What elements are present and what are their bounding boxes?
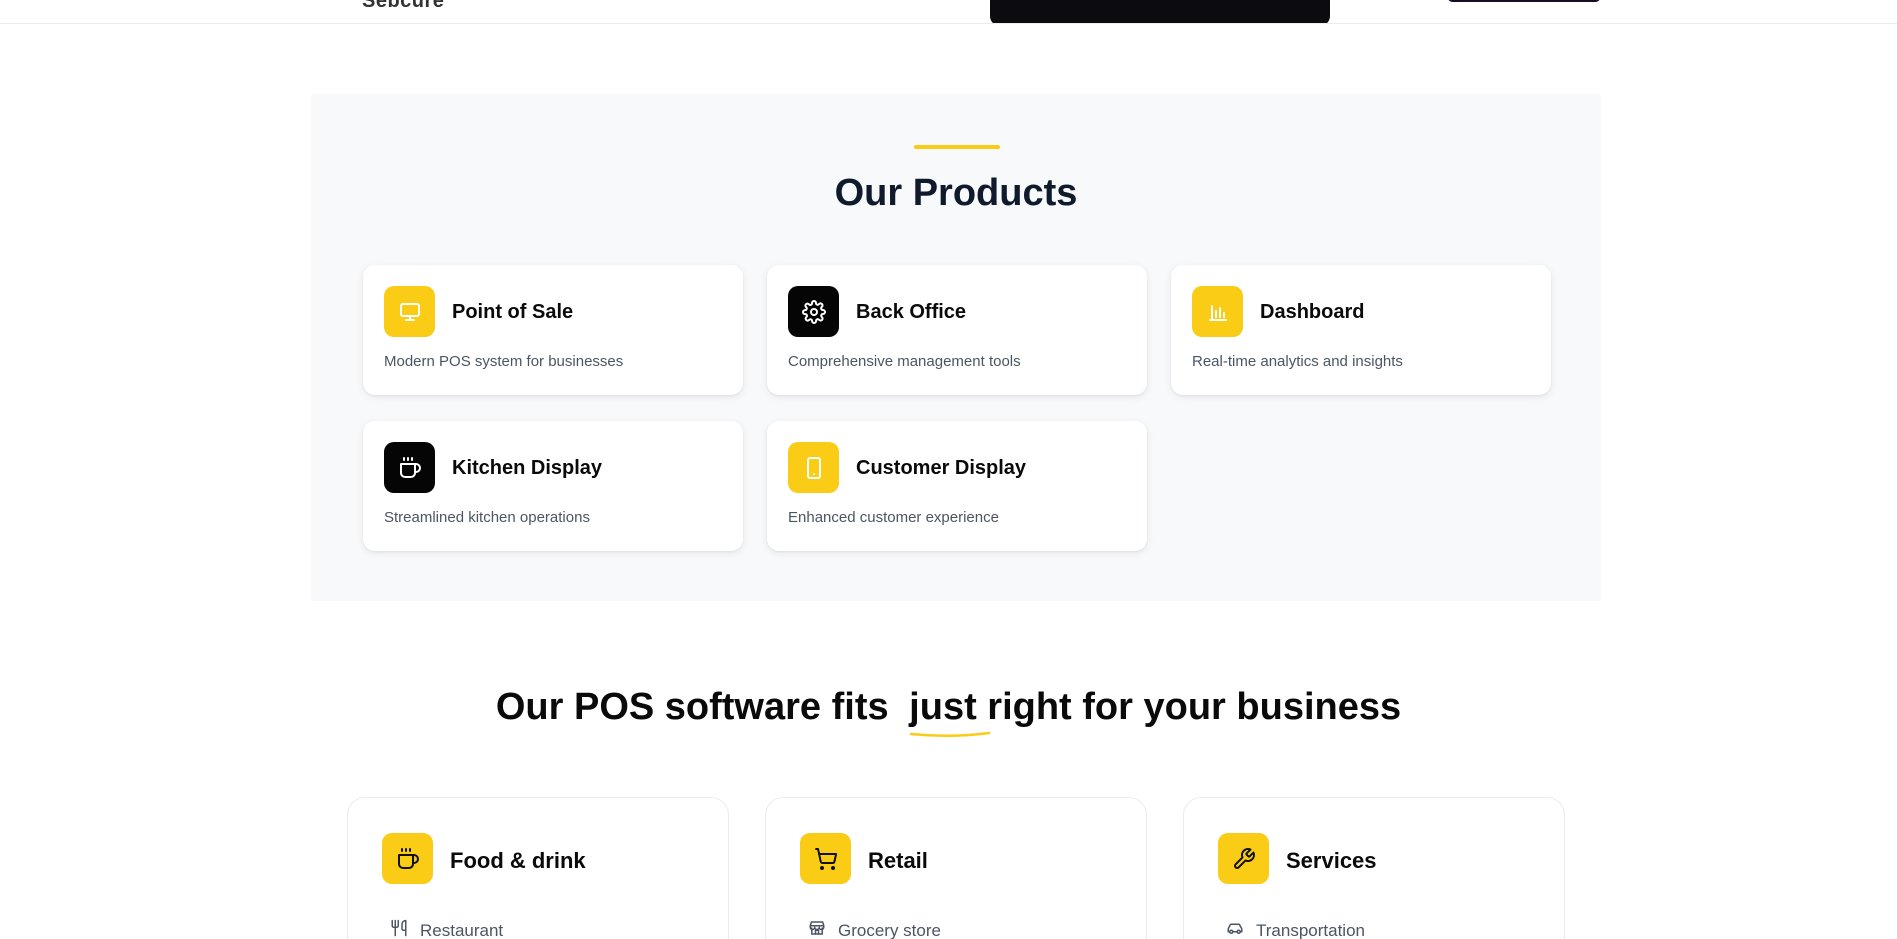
- logo[interactable]: Sebcure: [362, 0, 444, 13]
- fit-title-end: for your business: [1082, 686, 1402, 728]
- gear-icon: [788, 286, 839, 337]
- fit-title-start: Our POS software fits: [495, 686, 889, 728]
- bar-chart-icon: [1192, 286, 1243, 337]
- product-description: Modern POS system for businesses: [384, 353, 624, 370]
- fit-title-highlight-text: just right: [909, 686, 1072, 728]
- coffee-cup-icon: [384, 442, 435, 493]
- highlight-underline: [909, 731, 991, 738]
- product-description: Streamlined kitchen operations: [384, 509, 590, 526]
- product-title: Point of Sale: [452, 301, 574, 323]
- fit-section-title: Our POS software fits just right for you…: [0, 686, 1897, 738]
- monitor-icon: [384, 286, 435, 337]
- product-card-back-office[interactable]: Back Office Comprehensive management too…: [767, 265, 1147, 395]
- product-card-dashboard[interactable]: Dashboard Real-time analytics and insigh…: [1171, 265, 1551, 395]
- tablet-icon: [788, 442, 839, 493]
- business-card-title: Retail: [868, 848, 928, 873]
- shopping-cart-icon: [800, 833, 851, 884]
- product-description: Enhanced customer experience: [788, 509, 999, 526]
- section-accent-line: [914, 145, 1000, 149]
- product-description: Real-time analytics and insights: [1192, 353, 1403, 370]
- business-list-item-label: Transportation: [1256, 920, 1365, 939]
- products-title: Our Products: [834, 172, 1078, 214]
- business-list-item-label: Grocery store: [838, 920, 941, 939]
- coffee-cup-icon: [382, 833, 433, 884]
- product-title: Dashboard: [1260, 301, 1365, 323]
- fit-title-highlight: just right: [909, 686, 1072, 738]
- business-list-item[interactable]: Transportation: [1226, 919, 1365, 939]
- business-list-item-label: Restaurant: [420, 920, 504, 939]
- business-list-item[interactable]: Grocery store: [808, 919, 941, 939]
- utensils-icon: [390, 919, 408, 939]
- product-title: Customer Display: [856, 457, 1027, 479]
- product-card-customer-display[interactable]: Customer Display Enhanced customer exper…: [767, 421, 1147, 551]
- product-title: Back Office: [856, 301, 967, 323]
- products-section: Our Products Point of Sale Modern POS sy…: [311, 94, 1601, 601]
- business-card-services[interactable]: Services Transportation: [1183, 797, 1565, 939]
- business-list-item[interactable]: Restaurant: [390, 919, 503, 939]
- store-icon: [808, 919, 826, 939]
- product-card-kitchen-display[interactable]: Kitchen Display Streamlined kitchen oper…: [363, 421, 743, 551]
- business-card-title: Services: [1286, 848, 1377, 873]
- business-card-title: Food & drink: [450, 848, 586, 873]
- wrench-icon: [1218, 833, 1269, 884]
- top-navigation-bar: Sebcure: [0, 0, 1897, 24]
- product-card-point-of-sale[interactable]: Point of Sale Modern POS system for busi…: [363, 265, 743, 395]
- header-action-button[interactable]: [1447, 0, 1601, 2]
- business-card-food-drink[interactable]: Food & drink Restaurant: [347, 797, 729, 939]
- product-title: Kitchen Display: [452, 457, 603, 479]
- product-description: Comprehensive management tools: [788, 353, 1021, 370]
- car-icon: [1226, 919, 1244, 939]
- nav-menu-pill[interactable]: [990, 0, 1330, 23]
- business-card-retail[interactable]: Retail Grocery store: [765, 797, 1147, 939]
